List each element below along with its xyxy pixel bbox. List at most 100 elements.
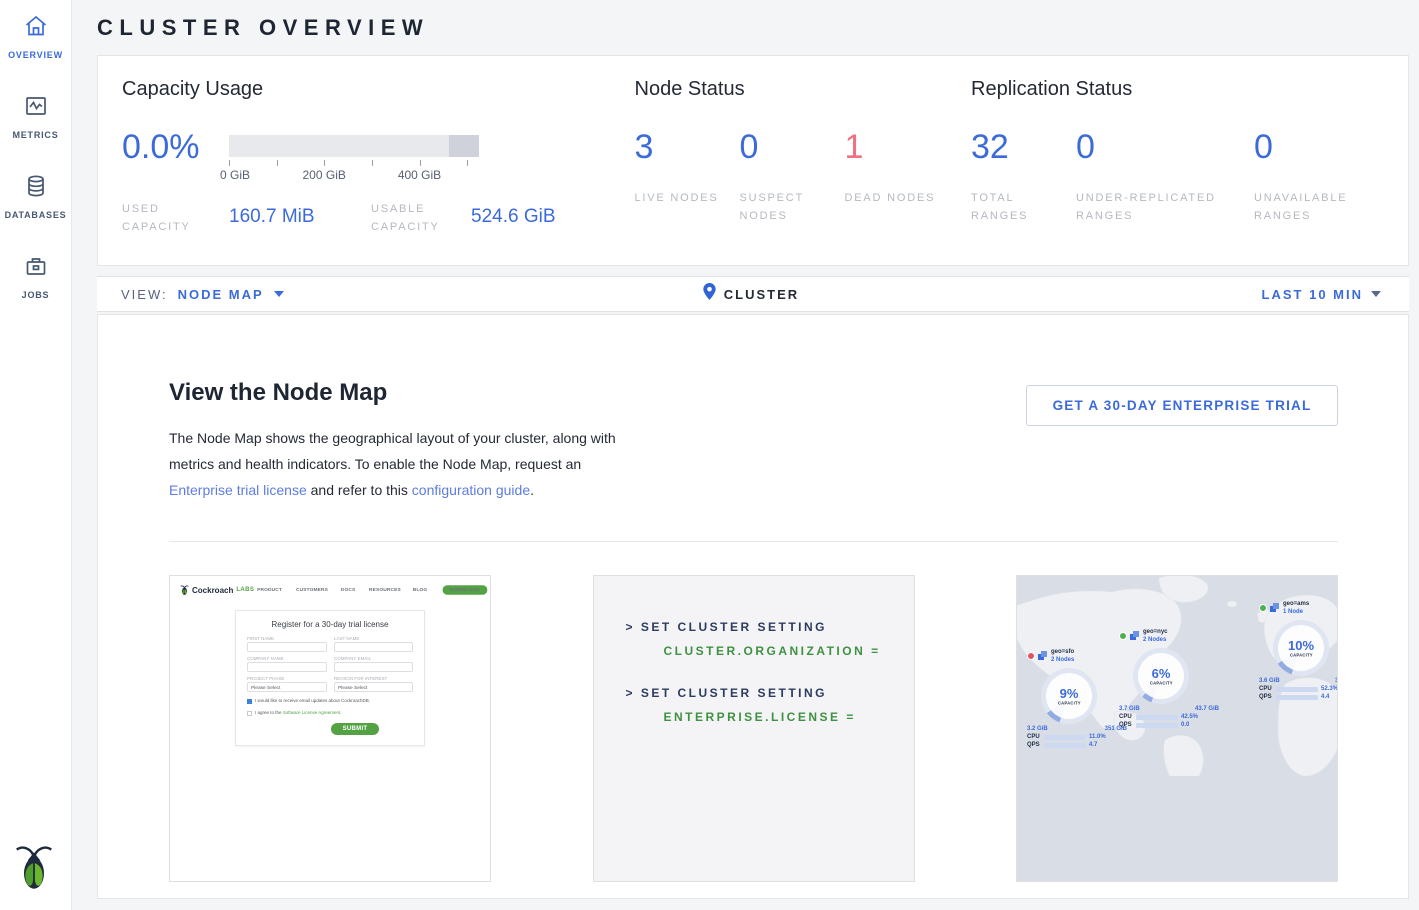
chevron-down-icon[interactable] [274,291,284,297]
live-nodes-label: LIVE NODES [635,189,740,207]
checkbox-checked [247,699,252,704]
total-ranges-label: TOTAL RANGES [971,189,1076,225]
cluster-summary-panel: Capacity Usage 0.0% 0 GiB 200 Gi [97,55,1409,266]
locality-ams: geo=ams 1 Node 10% CAPACITY 3.6 GiB36.4 … [1259,600,1337,700]
download-button: DOWNLOAD [442,585,486,595]
sidebar-item-metrics[interactable]: METRICS [0,80,71,160]
sidebar-item-jobs[interactable]: JOBS [0,240,71,320]
node-status-section: Node Status 3 LIVE NODES 0 SUSPECT NODES… [635,78,972,265]
chevron-down-icon[interactable] [1371,291,1381,297]
suspect-nodes-label: SUSPECT NODES [740,189,845,225]
cockroach-bug-icon [14,841,54,896]
capacity-gauge: 9% CAPACITY [1041,668,1097,724]
usable-capacity-value: 524.6 GiB [471,200,556,228]
node-status-title: Node Status [635,78,972,101]
main-content: CLUSTER OVERVIEW Capacity Usage 0.0% [72,0,1419,899]
page-title: CLUSTER OVERVIEW [97,0,1409,55]
text-field [247,642,327,652]
under-replicated-value: 0 [1076,129,1254,165]
unavailable-ranges-value: 0 [1254,129,1384,165]
used-capacity-label: USED CAPACITY [122,200,229,236]
capacity-gauge: 10% CAPACITY [1273,620,1329,676]
node-map-description: The Node Map shows the geographical layo… [169,425,629,503]
step1-card: Cockroach LABS PRODUCT CUSTOMERS DOCS RE… [169,575,491,882]
database-icon [23,173,49,204]
nav-item: DOCS [341,588,356,593]
dead-nodes-value: 1 [845,129,950,165]
live-status-dot [1259,604,1267,612]
checkbox-unchecked [247,711,252,716]
sql-setting: CLUSTER.ORGANIZATION = [664,644,914,658]
locality-nyc: geo=nyc 2 Nodes 6% CAPACITY 3.7 GiB43.7 … [1119,628,1219,728]
view-label: VIEW: [121,287,168,302]
under-replicated-label: UNDER-REPLICATED RANGES [1076,189,1254,225]
sql-setting: ENTERPRISE.LICENSE = [664,710,914,724]
sidebar-item-label: OVERVIEW [8,50,63,60]
section-divider [169,541,1338,542]
usable-capacity-label: USABLE CAPACITY [371,200,471,236]
nav-item: BLOG [413,588,428,593]
get-enterprise-trial-button[interactable]: GET A 30-DAY ENTERPRISE TRIAL [1026,385,1338,426]
dead-nodes-stat: 1 DEAD NODES [845,129,950,225]
site-nav: PRODUCT CUSTOMERS DOCS RESOURCES BLOG DO… [254,584,490,596]
step1-caption: Step 1: Get a trial license delivered st… [170,881,490,910]
live-status-dot [1119,632,1127,640]
sql-command: > SET CLUSTER SETTING [626,620,914,634]
step2-caption: Step 2: Activate the trial license with … [594,881,914,910]
sql-commands-thumbnail: > SET CLUSTER SETTING CLUSTER.ORGANIZATI… [594,576,914,881]
text-field [334,662,414,672]
total-ranges-stat: 32 TOTAL RANGES [971,129,1076,225]
select-field: Please Select [247,682,327,692]
node-map-panel: View the Node Map The Node Map shows the… [97,314,1409,899]
capacity-axis-ticks [229,160,479,168]
axis-label: 0 GiB [220,168,250,182]
configuration-guide-link[interactable]: configuration guide [412,482,530,498]
sidebar-item-label: JOBS [22,290,50,300]
sidebar-item-overview[interactable]: OVERVIEW [0,0,71,80]
registration-page-thumbnail: Cockroach LABS PRODUCT CUSTOMERS DOCS RE… [170,576,490,881]
form-title: Register for a 30-day trial license [247,620,413,629]
view-bar: VIEW: NODE MAP CLUSTER LAST 10 MIN [97,276,1409,312]
capacity-bar-usable-segment [229,135,449,157]
suspect-nodes-stat: 0 SUSPECT NODES [740,129,845,225]
replication-status-title: Replication Status [971,78,1384,101]
text-field [247,662,327,672]
nav-item: RESOURCES [369,588,401,593]
step3-caption: Step 3: Refer this configuration guide t… [1017,881,1337,910]
view-selector[interactable]: NODE MAP [178,287,264,302]
suspect-nodes-value: 0 [740,129,845,165]
live-nodes-value: 3 [635,129,740,165]
brand-text: Cockroach [192,586,233,595]
capacity-bar-chart: 0 GiB 200 GiB 400 GiB [229,129,479,184]
axis-label: 400 GiB [398,168,441,182]
sidebar-item-databases[interactable]: DATABASES [0,160,71,240]
unavailable-ranges-stat: 0 UNAVAILABLE RANGES [1254,129,1384,225]
home-icon [23,13,49,44]
under-replicated-stat: 0 UNDER-REPLICATED RANGES [1076,129,1254,225]
sql-command: > SET CLUSTER SETTING [626,686,914,700]
briefcase-icon [23,253,49,284]
unavailable-ranges-label: UNAVAILABLE RANGES [1254,189,1384,225]
capacity-gauge: 6% CAPACITY [1133,648,1189,704]
select-field: Please Select [334,682,414,692]
live-nodes-stat: 3 LIVE NODES [635,129,740,225]
nav-item: CUSTOMERS [296,588,328,593]
used-capacity-value: 160.7 MiB [229,200,371,228]
breadcrumb-cluster[interactable]: CLUSTER [724,287,799,302]
node-map-thumbnail: geo=sfo 2 Nodes 9% CAPACITY 3.2 GiB351 G… [1017,576,1337,881]
total-ranges-value: 32 [971,129,1076,165]
sidebar-item-label: DATABASES [5,210,67,220]
brand-text-labs: LABS [236,587,254,593]
axis-label: 200 GiB [303,168,346,182]
step3-card: geo=sfo 2 Nodes 9% CAPACITY 3.2 GiB351 G… [1016,575,1338,882]
enterprise-trial-license-link[interactable]: Enterprise trial license [169,482,307,498]
replication-status-section: Replication Status 32 TOTAL RANGES 0 UND… [971,78,1384,265]
sidebar: OVERVIEW METRICS DATABASES JOBS [0,0,72,910]
registration-form: Register for a 30-day trial license FIRS… [235,610,425,746]
cockroach-labs-logo: Cockroach LABS [180,584,254,596]
dead-nodes-label: DEAD NODES [845,189,950,207]
sidebar-item-label: METRICS [12,130,58,140]
chart-icon [23,93,49,124]
time-range-selector[interactable]: LAST 10 MIN [1262,287,1363,302]
step2-card: > SET CLUSTER SETTING CLUSTER.ORGANIZATI… [593,575,915,882]
